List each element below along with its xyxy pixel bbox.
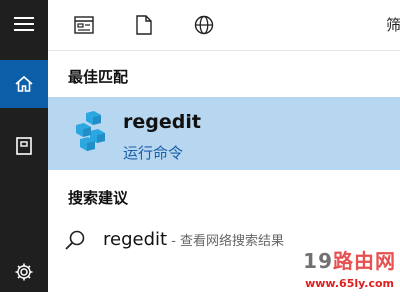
- filters-label[interactable]: 筛: [386, 14, 400, 35]
- home-button[interactable]: [0, 60, 48, 108]
- apps-filter-button[interactable]: [72, 13, 96, 37]
- site-watermark: 19路由网: [303, 245, 396, 274]
- settings-icon: [15, 263, 33, 281]
- suggestion-query: regedit: [103, 229, 168, 250]
- search-icon: [65, 230, 85, 250]
- suggestion-text: regedit - 查看网络搜索结果: [103, 229, 284, 250]
- regedit-app-icon: [76, 111, 105, 151]
- notebook-button[interactable]: [0, 122, 48, 170]
- hamburger-menu-button[interactable]: [0, 0, 48, 48]
- notebook-icon: [16, 137, 32, 155]
- best-match-heading: 最佳匹配: [68, 68, 129, 86]
- watermark-url: www.65ly.com: [305, 277, 394, 290]
- settings-button[interactable]: [0, 248, 48, 296]
- watermark-digits: 19: [303, 249, 333, 273]
- web-filter-button[interactable]: [192, 13, 216, 37]
- hamburger-menu-icon: [14, 17, 34, 31]
- globe-icon: [194, 15, 214, 35]
- filter-bar: 筛: [48, 0, 400, 51]
- document-icon: [136, 15, 152, 35]
- left-rail: [0, 0, 48, 292]
- home-icon: [15, 75, 33, 92]
- app-type-label: 运行命令: [123, 144, 184, 162]
- search-suggestions-heading: 搜索建议: [68, 189, 129, 207]
- best-match-result[interactable]: regedit 运行命令: [48, 97, 400, 170]
- app-name: regedit: [123, 111, 201, 133]
- documents-filter-button[interactable]: [132, 13, 156, 37]
- apps-icon: [74, 16, 94, 34]
- suggestion-hint: - 查看网络搜索结果: [167, 234, 285, 249]
- watermark-name: 路由网: [333, 249, 396, 273]
